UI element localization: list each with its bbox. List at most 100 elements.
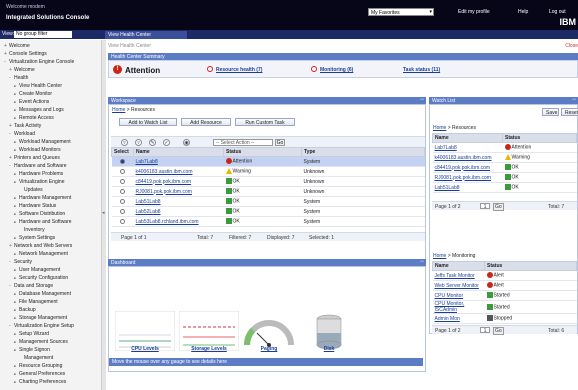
- row-select-radio[interactable]: [120, 188, 125, 194]
- column-header-status[interactable]: Status: [484, 261, 577, 271]
- cpu-levels-link[interactable]: CPU Levels: [115, 346, 175, 352]
- nav-item[interactable]: ■ User Management: [14, 267, 60, 273]
- nav-item[interactable]: ■ Workload Management: [14, 139, 71, 145]
- nav-item[interactable]: ■ Create Monitor: [14, 91, 52, 97]
- nav-item[interactable]: ■ Hardware and Software: [14, 219, 72, 225]
- monitor-name-link[interactable]: CPU Monitor, ISCAdmin: [432, 300, 485, 314]
- storage-levels-link[interactable]: Storage Levels: [179, 346, 239, 352]
- column-header-status[interactable]: Status: [223, 147, 302, 157]
- nav-item[interactable]: - Health: [9, 75, 28, 81]
- nav-item[interactable]: + Console Settings: [4, 51, 47, 57]
- resource-name-link[interactable]: k4006183.austin.ibm.com: [136, 169, 193, 175]
- nav-item[interactable]: ■ Charting Preferences: [14, 379, 66, 385]
- paging-link[interactable]: Paging: [239, 346, 299, 352]
- nav-item[interactable]: - Workload: [9, 131, 35, 137]
- table-row[interactable]: CPU Monitor Started: [432, 290, 577, 301]
- column-header-type[interactable]: Type: [301, 147, 425, 157]
- table-row[interactable]: RJ0081.pok.pok.ibm.com OK: [432, 172, 577, 183]
- row-select-radio[interactable]: [120, 218, 125, 224]
- nav-item[interactable]: ■ Hardware Problems: [14, 171, 63, 177]
- table-row[interactable]: CPU Monitor, ISCAdmin Started: [432, 300, 577, 314]
- table-row[interactable]: k4006183.austin.ibm.com Warning Unknown: [111, 166, 425, 177]
- table-row[interactable]: Lab51Lab8 OK System: [111, 196, 425, 207]
- save-button[interactable]: Save: [542, 108, 559, 116]
- monitor-name-link[interactable]: Web Server Monitor: [432, 280, 485, 291]
- panel-controls-icon[interactable]: ▫▫: [420, 259, 424, 265]
- monitor-name-link[interactable]: CPU Monitor: [432, 290, 485, 301]
- panel-controls-icon[interactable]: ▫▫: [420, 97, 424, 103]
- table-row[interactable]: c84419.pok.pok.ibm.com OK: [432, 162, 577, 173]
- help-link[interactable]: Help: [518, 9, 528, 15]
- nav-item[interactable]: + Printers and Queues: [9, 155, 60, 161]
- breadcrumb-home-link[interactable]: Home: [112, 107, 125, 113]
- nav-item[interactable]: ■ Backup: [14, 307, 36, 313]
- column-header-name[interactable]: Name: [133, 147, 224, 157]
- nav-item[interactable]: ■ Database Management: [14, 291, 71, 297]
- nav-item[interactable]: ■ Setup Wizard: [14, 331, 49, 337]
- resource-name-link[interactable]: Lab53Lab8.rchland.ibm.com: [136, 219, 199, 225]
- table-row[interactable]: c84419.pok.pok.ibm.com OK Unknown: [111, 176, 425, 187]
- monitor-name-link[interactable]: Jeffs Task Monitor: [432, 270, 485, 281]
- resource-health-link[interactable]: Resource health (7): [216, 67, 262, 73]
- row-select-radio[interactable]: [120, 208, 125, 214]
- run-custom-task-button[interactable]: Run Custom Task: [235, 118, 295, 126]
- table-row[interactable]: Lab52Lab8 OK System: [111, 206, 425, 217]
- nav-item[interactable]: - Security: [9, 259, 32, 265]
- resource-name-link[interactable]: RJ0081.pok.pok.ibm.com: [432, 172, 503, 183]
- nav-item[interactable]: - Hardware and Software: [9, 163, 67, 169]
- group-filter-select[interactable]: No group filter: [14, 31, 72, 38]
- disk-link[interactable]: Disk: [299, 346, 359, 352]
- row-select-radio[interactable]: [120, 178, 125, 184]
- resource-name-link[interactable]: Lab7Lab8: [432, 142, 503, 153]
- table-row[interactable]: Jeffs Task Monitor Alert: [432, 270, 577, 281]
- row-select-radio[interactable]: [120, 168, 125, 174]
- table-row[interactable]: RJ0081.pok.pok.ibm.com OK Unknown: [111, 186, 425, 197]
- paging-gauge[interactable]: [239, 311, 299, 351]
- disk-gauge[interactable]: [299, 311, 359, 351]
- page-go-button[interactable]: Go: [493, 327, 504, 335]
- reset-button[interactable]: Reset: [561, 108, 578, 116]
- table-row[interactable]: Lab7Lab8 Attention: [432, 142, 577, 153]
- resource-name-link[interactable]: Lab51Lab8: [432, 182, 503, 193]
- breadcrumb-home-link[interactable]: Home: [433, 253, 446, 259]
- nav-item[interactable]: ■ Software Distribution: [14, 211, 65, 217]
- nav-item[interactable]: ■ Management Sources: [14, 339, 68, 345]
- nav-item[interactable]: ■ Hardware Management: [14, 195, 71, 201]
- task-status-link[interactable]: Task status (11): [403, 67, 440, 73]
- monitoring-link[interactable]: Monitoring (6): [320, 67, 353, 73]
- nav-item[interactable]: + Welcome: [4, 43, 30, 49]
- add-resource-button[interactable]: Add Resource: [181, 118, 231, 126]
- nav-item[interactable]: ■ Workload Monitors: [14, 147, 61, 153]
- nav-item[interactable]: + Network and Web Servers: [9, 243, 72, 249]
- nav-item[interactable]: ■ Network Management: [14, 251, 68, 257]
- table-row[interactable]: k4006183.austin.ibm.com Warning: [432, 152, 577, 163]
- cpu-levels-chart[interactable]: [115, 311, 175, 351]
- nav-item[interactable]: ■ File Management: [14, 299, 58, 305]
- nav-item[interactable]: ■ Storage Management: [14, 315, 67, 321]
- nav-item[interactable]: - Virtualization Engine Setup: [9, 323, 74, 329]
- column-header-name[interactable]: Name: [432, 133, 503, 143]
- nav-item[interactable]: Management: [19, 355, 53, 361]
- nav-item[interactable]: ■ Messages and Logs: [14, 107, 64, 113]
- nav-item[interactable]: Inventory: [19, 227, 45, 233]
- table-row[interactable]: Web Server Monitor Alert: [432, 280, 577, 291]
- nav-item[interactable]: Updates: [19, 187, 43, 193]
- resource-name-link[interactable]: Lab7Lab8: [136, 159, 158, 165]
- nav-item[interactable]: ■ Virtualization Engine: [14, 179, 65, 185]
- resource-name-link[interactable]: c84419.pok.pok.ibm.com: [432, 162, 503, 173]
- panel-controls-icon[interactable]: ▫▫: [572, 97, 576, 103]
- select-all-icon[interactable]: ✓: [163, 139, 170, 146]
- page-number-input[interactable]: 1: [480, 203, 490, 210]
- nav-item[interactable]: ■ Resource Grouping: [14, 363, 62, 369]
- table-row[interactable]: Admin Mon Stopped: [432, 313, 577, 324]
- nav-item[interactable]: + Task Activity: [9, 123, 41, 129]
- filter-icon[interactable]: ▿: [121, 139, 128, 146]
- row-select-radio[interactable]: [120, 158, 125, 164]
- close-page-link[interactable]: Close: [565, 43, 578, 49]
- nav-item[interactable]: ■ Hardware Status: [14, 203, 56, 209]
- resource-name-link[interactable]: k4006183.austin.ibm.com: [432, 152, 503, 163]
- column-header-name[interactable]: Name: [432, 261, 485, 271]
- page-go-button[interactable]: Go: [493, 203, 504, 211]
- resource-name-link[interactable]: Lab51Lab8: [136, 199, 161, 205]
- nav-item[interactable]: + Welcome: [9, 67, 35, 73]
